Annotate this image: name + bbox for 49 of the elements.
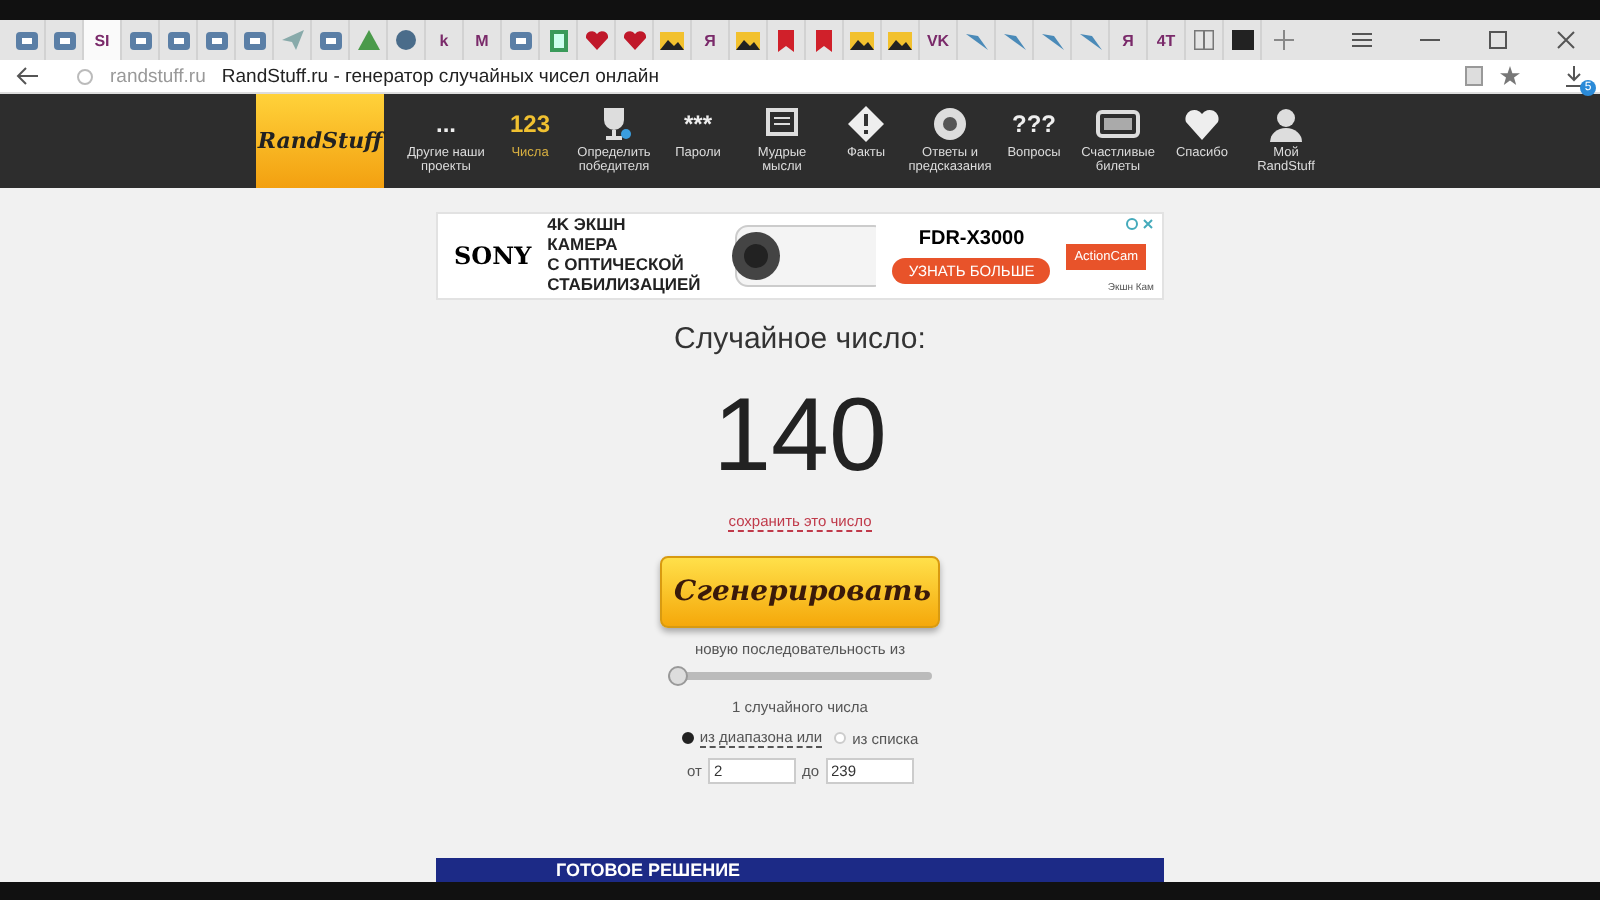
count-slider[interactable] xyxy=(668,666,932,686)
download-icon[interactable] xyxy=(1564,65,1584,87)
bottom-ad-banner[interactable]: ГОТОВОЕ РЕШЕНИЕ xyxy=(436,858,1164,882)
landscape-icon xyxy=(660,31,684,49)
generate-button[interactable]: Сгенерировать xyxy=(660,556,940,628)
ad-text: ГОТОВОЕ РЕШЕНИЕ xyxy=(556,860,741,880)
chat-icon xyxy=(15,31,37,49)
chat-icon xyxy=(319,31,341,49)
ad-brand: SONY xyxy=(454,242,532,270)
star-icon[interactable] xyxy=(1500,66,1520,86)
bookmark-icon xyxy=(816,29,832,51)
chat-icon xyxy=(129,31,151,49)
ball-icon xyxy=(934,108,966,140)
ad-model: FDR-X3000 xyxy=(918,228,1025,250)
chat-icon xyxy=(509,31,531,49)
warning-icon xyxy=(848,106,884,142)
paper-plane-icon xyxy=(281,30,303,50)
new-tab-icon[interactable] xyxy=(1274,30,1294,50)
heart-icon xyxy=(585,30,607,50)
random-number: 140 xyxy=(713,384,887,488)
landscape-icon xyxy=(888,31,912,49)
menu-icon[interactable] xyxy=(1352,32,1372,48)
randstuff-logo[interactable]: RandStuff xyxy=(256,94,384,188)
heart-icon xyxy=(1184,108,1220,140)
user-icon xyxy=(1270,107,1302,141)
maximize-icon[interactable] xyxy=(1488,30,1508,50)
close-icon[interactable] xyxy=(1556,30,1576,50)
ticket-icon xyxy=(1096,108,1140,140)
chat-icon xyxy=(167,31,189,49)
bookmark-icon xyxy=(778,29,794,51)
browser-tab[interactable]: SI xyxy=(84,20,122,60)
page-icon[interactable] xyxy=(1464,66,1484,86)
chat-icon xyxy=(205,31,227,49)
grid-icon xyxy=(1194,30,1214,50)
result-title: Случайное число: xyxy=(674,322,926,356)
triangle-icon xyxy=(357,30,379,50)
landscape-icon xyxy=(736,31,760,49)
page-title: RandStuff.ru - генератор случайных чисел онлайн xyxy=(221,65,659,87)
chat-icon xyxy=(243,31,265,49)
square-icon xyxy=(1231,30,1253,50)
landscape-icon xyxy=(850,31,874,49)
chat-icon xyxy=(53,31,75,49)
scroll-icon xyxy=(764,108,800,140)
back-arrow-icon[interactable] xyxy=(16,66,40,86)
ad-headline: 4K ЭКШН КАМЕРА С ОПТИЧЕСКОЙ СТАБИЛИЗАЦИЕЙ xyxy=(547,216,701,296)
globe-icon xyxy=(396,30,416,50)
heart-icon xyxy=(623,30,645,50)
ad-close-icon[interactable] xyxy=(1126,218,1154,230)
page-icon xyxy=(549,29,567,51)
